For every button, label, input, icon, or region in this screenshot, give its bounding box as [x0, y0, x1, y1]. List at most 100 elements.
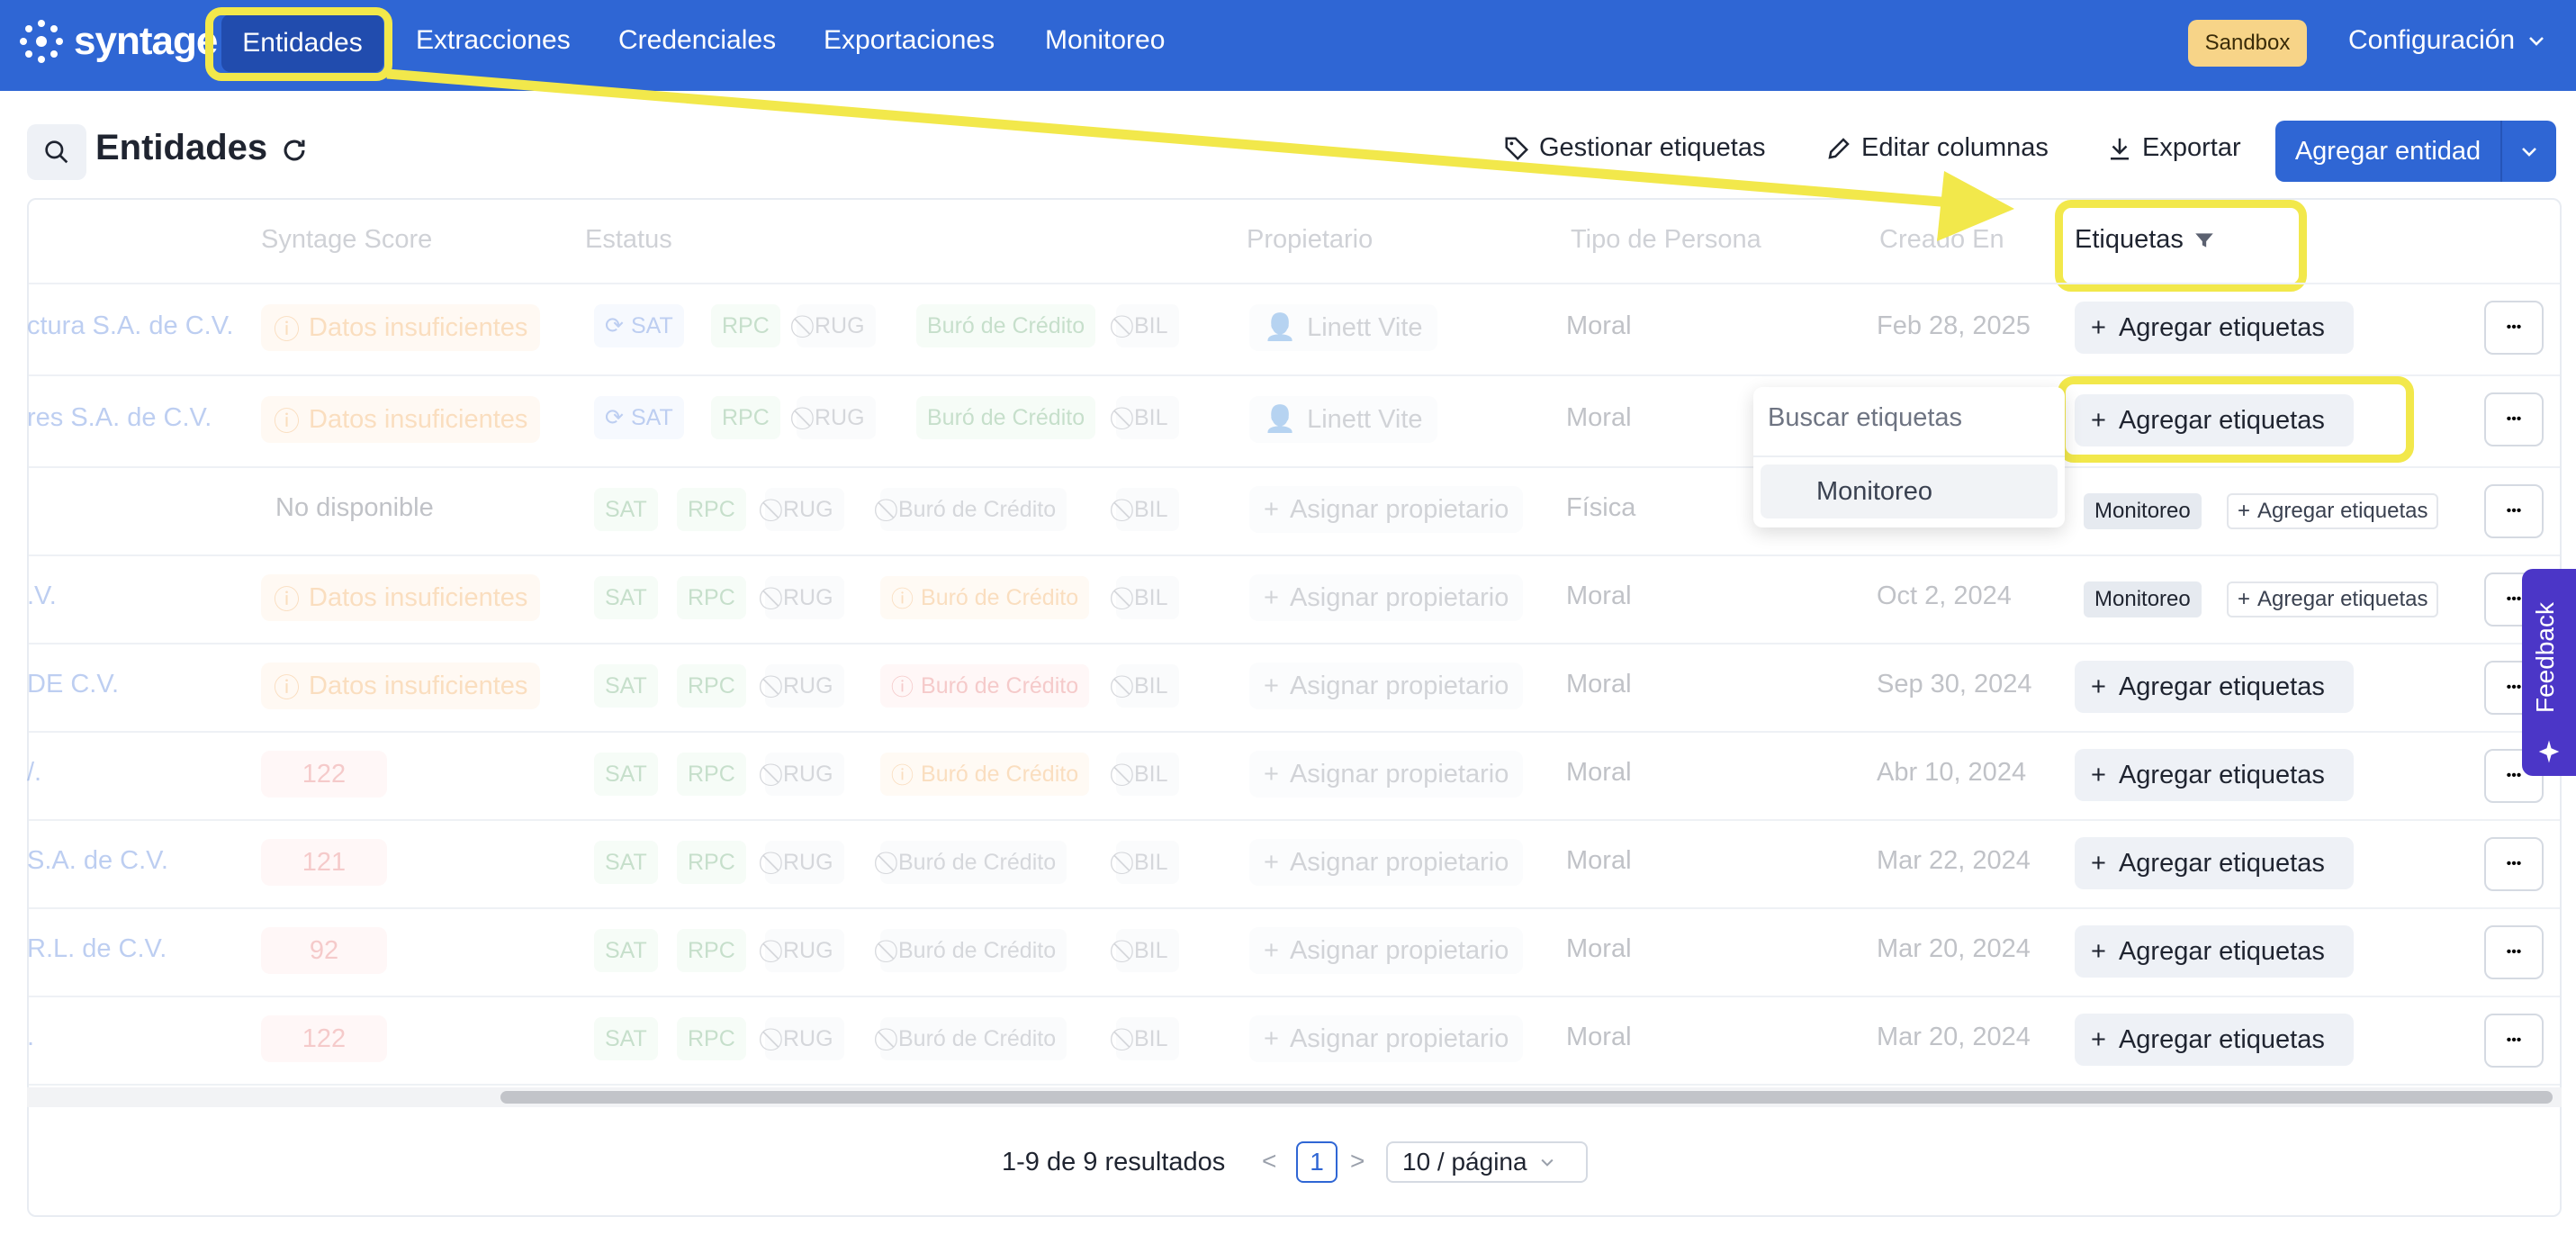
- entity-name[interactable]: ctura S.A. de C.V.: [27, 311, 233, 341]
- entity-name[interactable]: res S.A. de C.V.: [27, 403, 212, 433]
- status-bil[interactable]: ⃠BIL: [1116, 576, 1179, 619]
- status-buro[interactable]: ⓘ Buró de Crédito: [880, 664, 1090, 708]
- status-rpc[interactable]: RPC: [711, 396, 780, 439]
- export-button[interactable]: Exportar: [2106, 133, 2241, 163]
- status-bil[interactable]: ⃠BIL: [1116, 396, 1179, 439]
- status-rpc[interactable]: RPC: [677, 753, 746, 796]
- assign-owner-button[interactable]: + Asignar propietario: [1249, 486, 1524, 533]
- status-bil[interactable]: ⃠BIL: [1116, 929, 1179, 972]
- assign-owner-button[interactable]: + Asignar propietario: [1249, 1015, 1524, 1062]
- status-rug[interactable]: ⃠RUG: [765, 753, 844, 796]
- assign-owner-button[interactable]: + Asignar propietario: [1249, 574, 1524, 621]
- owner-badge[interactable]: 👤 Linett Vite: [1249, 304, 1437, 351]
- status-buro[interactable]: ⃠Buró de Crédito: [880, 841, 1067, 884]
- feedback-tab[interactable]: Feedback: [2522, 569, 2576, 776]
- status-sat[interactable]: ⟳ SAT: [594, 396, 684, 439]
- status-rpc[interactable]: RPC: [677, 1017, 746, 1060]
- status-bil[interactable]: ⃠BIL: [1116, 1017, 1179, 1060]
- row-actions-button[interactable]: •••: [2484, 484, 2544, 538]
- entity-name[interactable]: .V.: [27, 581, 57, 611]
- add-tags-button[interactable]: + Agregar etiquetas: [2075, 925, 2354, 978]
- status-buro[interactable]: Buró de Crédito: [916, 396, 1096, 439]
- status-sat[interactable]: SAT: [594, 664, 658, 708]
- status-rpc[interactable]: RPC: [677, 488, 746, 531]
- syntage-logo[interactable]: syntage: [16, 16, 218, 67]
- col-creado-en[interactable]: Creado En: [1879, 225, 2004, 255]
- next-page-icon[interactable]: >: [1350, 1147, 1365, 1176]
- add-tags-small-button[interactable]: + Agregar etiquetas: [2227, 493, 2439, 529]
- entity-name[interactable]: R.L. de C.V.: [27, 934, 167, 964]
- status-buro[interactable]: ⃠Buró de Crédito: [880, 488, 1067, 531]
- status-rug[interactable]: ⃠RUG: [765, 488, 844, 531]
- status-rpc[interactable]: RPC: [677, 929, 746, 972]
- status-sat[interactable]: ⟳ SAT: [594, 304, 684, 347]
- status-rug[interactable]: ⃠RUG: [765, 841, 844, 884]
- add-entity-button[interactable]: Agregar entidad: [2275, 121, 2556, 182]
- add-tags-button[interactable]: + Agregar etiquetas: [2075, 749, 2354, 801]
- edit-columns-button[interactable]: Editar columnas: [1825, 133, 2049, 163]
- status-rug[interactable]: ⃠RUG: [765, 664, 844, 708]
- row-actions-button[interactable]: •••: [2484, 392, 2544, 446]
- status-buro[interactable]: Buró de Crédito: [916, 304, 1096, 347]
- status-bil[interactable]: ⃠BIL: [1116, 304, 1179, 347]
- status-rug[interactable]: ⃠RUG: [797, 396, 876, 439]
- assign-owner-button[interactable]: + Asignar propietario: [1249, 751, 1524, 798]
- status-sat[interactable]: SAT: [594, 488, 658, 531]
- col-syntage-score[interactable]: Syntage Score: [261, 225, 432, 255]
- nav-exportaciones[interactable]: Exportaciones: [824, 25, 995, 56]
- add-tags-button[interactable]: + Agregar etiquetas: [2075, 837, 2354, 889]
- add-tags-button[interactable]: + Agregar etiquetas: [2075, 302, 2354, 354]
- entity-name[interactable]: /.: [27, 758, 41, 788]
- status-bil[interactable]: ⃠BIL: [1116, 753, 1179, 796]
- page-size-select[interactable]: 10 / página: [1386, 1141, 1588, 1183]
- nav-credenciales[interactable]: Credenciales: [618, 25, 776, 56]
- status-sat[interactable]: SAT: [594, 576, 658, 619]
- status-sat[interactable]: SAT: [594, 929, 658, 972]
- nav-monitoreo[interactable]: Monitoreo: [1045, 25, 1165, 56]
- entity-name[interactable]: S.A. de C.V.: [27, 846, 168, 876]
- tag-search-input[interactable]: Buscar etiquetas: [1768, 403, 1962, 433]
- status-rug[interactable]: ⃠RUG: [797, 304, 876, 347]
- entity-name[interactable]: .: [27, 1023, 34, 1052]
- assign-owner-button[interactable]: + Asignar propietario: [1249, 663, 1524, 709]
- status-bil[interactable]: ⃠BIL: [1116, 488, 1179, 531]
- prev-page-icon[interactable]: <: [1262, 1147, 1276, 1176]
- owner-badge[interactable]: 👤 Linett Vite: [1249, 396, 1437, 443]
- row-actions-button[interactable]: •••: [2484, 1014, 2544, 1068]
- status-rug[interactable]: ⃠RUG: [765, 929, 844, 972]
- assign-owner-button[interactable]: + Asignar propietario: [1249, 927, 1524, 974]
- status-rug[interactable]: ⃠RUG: [765, 1017, 844, 1060]
- status-rpc[interactable]: RPC: [677, 841, 746, 884]
- nav-extracciones[interactable]: Extracciones: [416, 25, 571, 56]
- status-sat[interactable]: SAT: [594, 841, 658, 884]
- tag-option-monitoreo[interactable]: Monitoreo: [1761, 464, 2058, 518]
- refresh-button[interactable]: [279, 135, 310, 170]
- col-estatus[interactable]: Estatus: [585, 225, 672, 255]
- status-bil[interactable]: ⃠BIL: [1116, 841, 1179, 884]
- add-entity-dropdown[interactable]: [2502, 140, 2556, 162]
- status-buro[interactable]: ⃠Buró de Crédito: [880, 1017, 1067, 1060]
- entity-name[interactable]: DE C.V.: [27, 670, 119, 699]
- row-actions-button[interactable]: •••: [2484, 925, 2544, 979]
- search-button[interactable]: [27, 124, 86, 180]
- col-tipo-persona[interactable]: Tipo de Persona: [1571, 225, 1761, 255]
- horizontal-scrollbar-thumb[interactable]: [500, 1091, 2553, 1104]
- status-buro[interactable]: ⓘ Buró de Crédito: [880, 576, 1090, 619]
- page-button[interactable]: 1: [1296, 1141, 1338, 1183]
- manage-tags-button[interactable]: Gestionar etiquetas: [1503, 133, 1765, 163]
- row-actions-button[interactable]: •••: [2484, 301, 2544, 355]
- assign-owner-button[interactable]: + Asignar propietario: [1249, 839, 1524, 886]
- status-rug[interactable]: ⃠RUG: [765, 576, 844, 619]
- add-tags-button[interactable]: + Agregar etiquetas: [2075, 1014, 2354, 1066]
- config-menu[interactable]: Configuración: [2348, 25, 2547, 56]
- status-rpc[interactable]: RPC: [677, 576, 746, 619]
- status-bil[interactable]: ⃠BIL: [1116, 664, 1179, 708]
- status-sat[interactable]: SAT: [594, 753, 658, 796]
- status-buro[interactable]: ⓘ Buró de Crédito: [880, 753, 1090, 796]
- status-rpc[interactable]: RPC: [711, 304, 780, 347]
- status-rpc[interactable]: RPC: [677, 664, 746, 708]
- add-tags-button[interactable]: + Agregar etiquetas: [2075, 661, 2354, 713]
- status-buro[interactable]: ⃠Buró de Crédito: [880, 929, 1067, 972]
- add-tags-small-button[interactable]: + Agregar etiquetas: [2227, 581, 2439, 618]
- col-propietario[interactable]: Propietario: [1247, 225, 1373, 255]
